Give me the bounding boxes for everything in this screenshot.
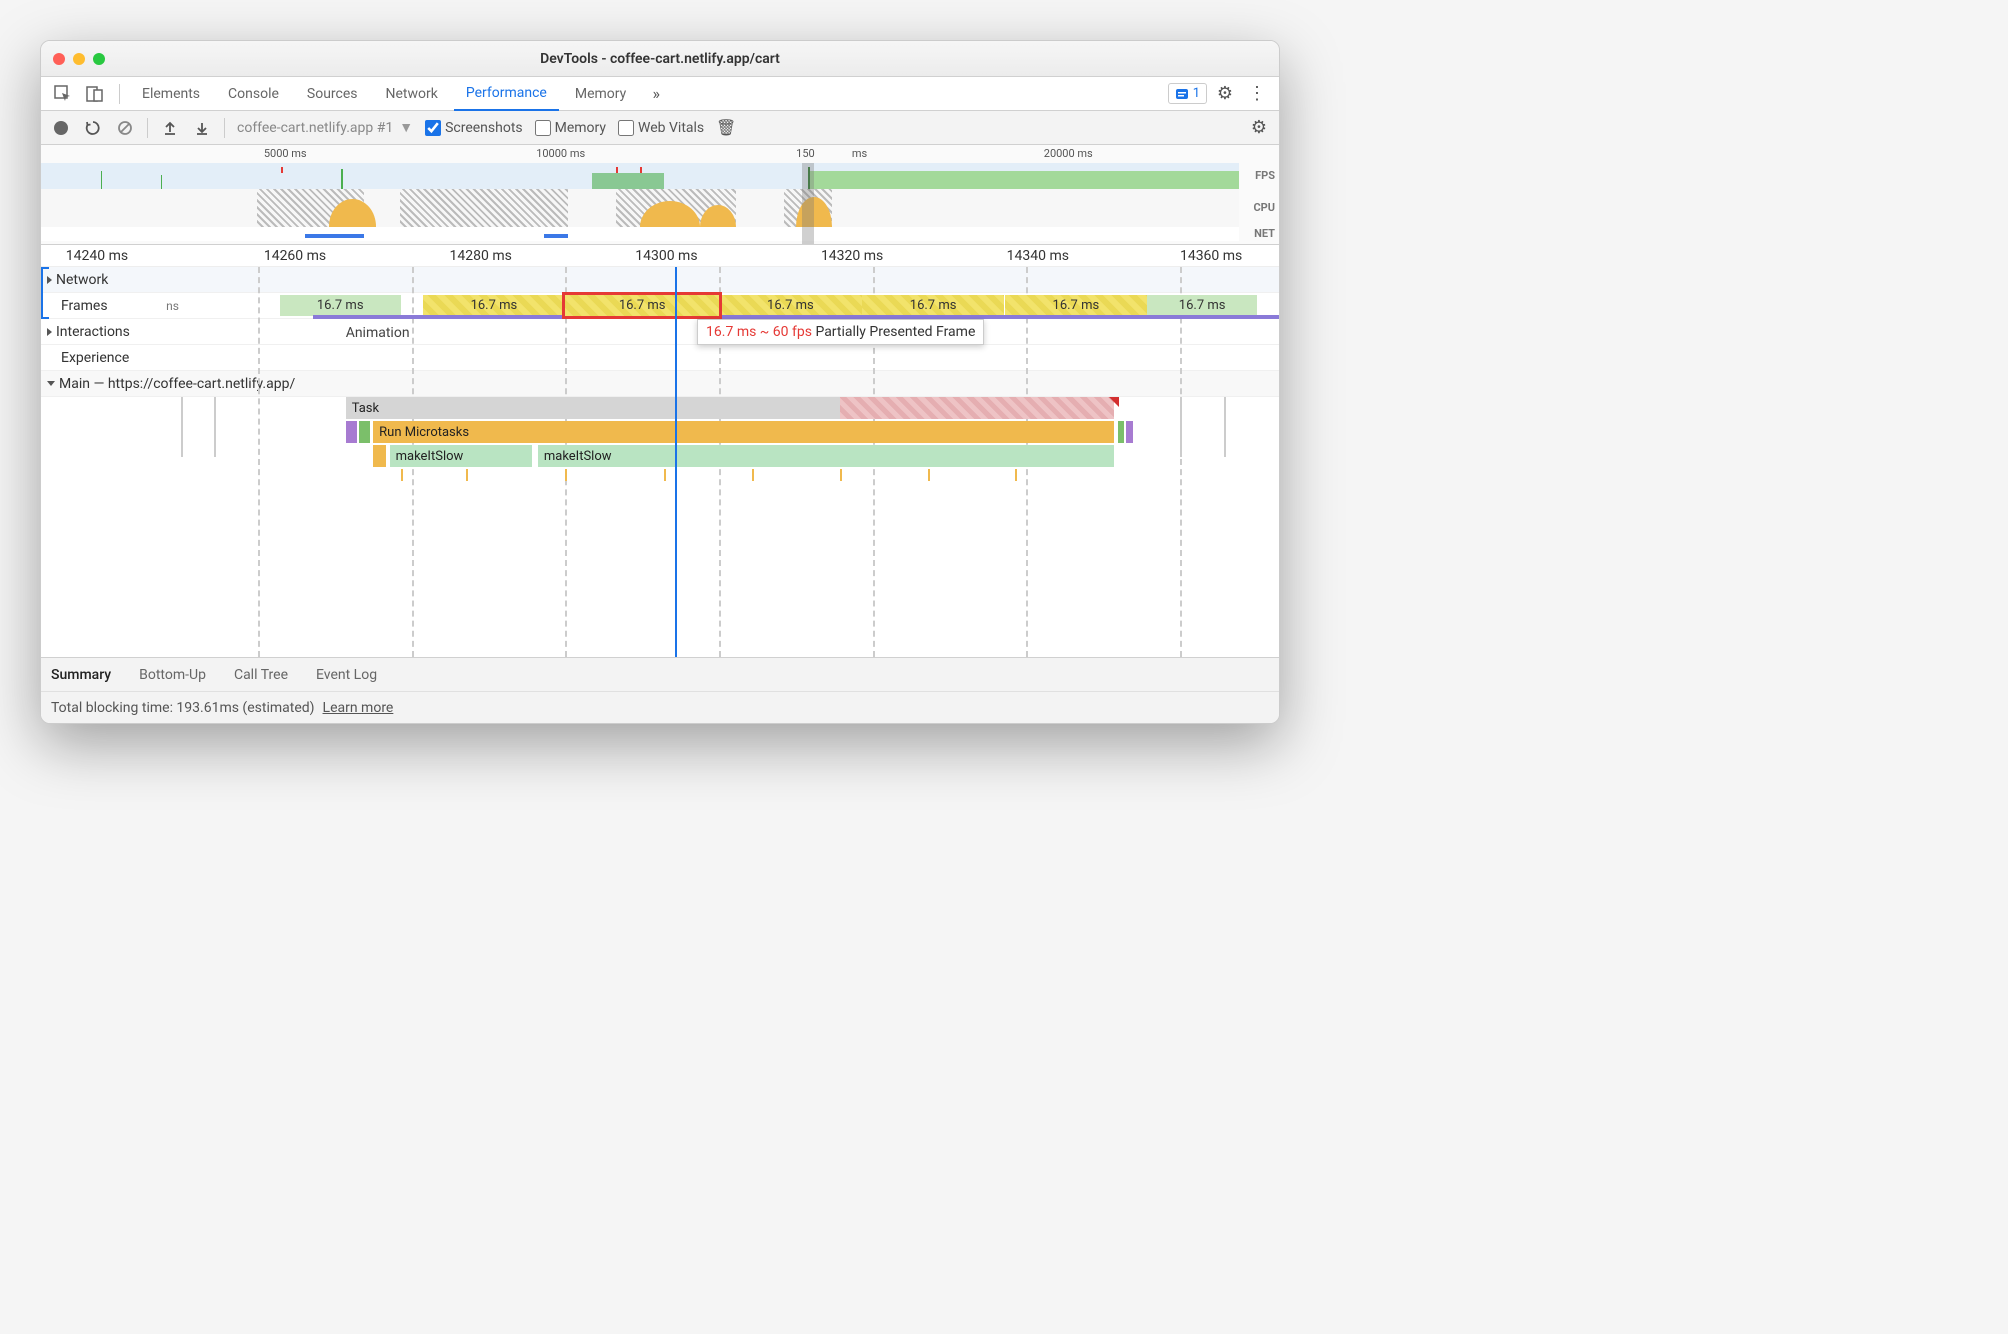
frame-block[interactable]: 16.7 ms [565, 295, 719, 316]
tab-network[interactable]: Network [374, 77, 450, 111]
issues-button[interactable]: 1 [1168, 83, 1207, 104]
overview-pane[interactable]: 5000 ms 10000 ms 150 ms 20000 ms [41, 145, 1279, 245]
track-experience[interactable]: Experience [41, 345, 1279, 371]
more-tabs-icon[interactable]: » [642, 80, 670, 108]
clear-button[interactable] [115, 118, 135, 138]
traffic-lights [53, 53, 105, 65]
record-button[interactable] [51, 118, 71, 138]
minimize-window-button[interactable] [73, 53, 85, 65]
frame-block[interactable]: 16.7 ms [280, 295, 401, 316]
devtools-window: DevTools - coffee-cart.netlify.app/cart … [40, 40, 1280, 724]
flame-microtasks[interactable]: Run Microtasks [373, 421, 1114, 443]
tab-memory[interactable]: Memory [563, 77, 638, 111]
main-ruler[interactable]: 14240 ms 14260 ms 14280 ms 14300 ms 1432… [41, 245, 1279, 267]
frame-block[interactable]: 16.7 ms [1147, 295, 1257, 316]
tbt-text: Total blocking time: 193.61ms (estimated… [51, 700, 315, 716]
frame-block[interactable]: 16.7 ms [862, 295, 1005, 316]
tab-performance[interactable]: Performance [454, 77, 559, 111]
playhead[interactable] [675, 267, 677, 657]
titlebar: DevTools - coffee-cart.netlify.app/cart [41, 41, 1279, 77]
recording-select[interactable]: coffee-cart.netlify.app #1 ▼ [237, 119, 413, 136]
btab-eventlog[interactable]: Event Log [316, 667, 377, 683]
overview-cpu [41, 189, 1239, 227]
frame-block[interactable]: 16.7 ms [719, 295, 862, 316]
statusbar: Total blocking time: 193.61ms (estimated… [41, 691, 1279, 723]
overview-net [41, 227, 1239, 241]
upload-icon[interactable] [160, 118, 180, 138]
tab-sources[interactable]: Sources [295, 77, 370, 111]
tab-console[interactable]: Console [216, 77, 291, 111]
window-title: DevTools - coffee-cart.netlify.app/cart [41, 51, 1279, 67]
overview-labels: FPS CPU NET [1253, 163, 1275, 241]
overview-fps [41, 163, 1239, 189]
tracks-area[interactable]: Network Frames ns 16.7 ms16.7 ms16.7 ms1… [41, 267, 1279, 657]
btab-bottomup[interactable]: Bottom-Up [139, 667, 206, 683]
btab-summary[interactable]: Summary [51, 667, 111, 683]
btab-calltree[interactable]: Call Tree [234, 667, 288, 683]
flame-fn1[interactable]: makeItSlow [390, 445, 533, 467]
animation-label: Animation [346, 325, 410, 341]
screenshots-checkbox[interactable]: Screenshots [425, 120, 523, 136]
issues-count: 1 [1193, 86, 1200, 101]
fullscreen-window-button[interactable] [93, 53, 105, 65]
flame-fn2[interactable]: makeItSlow [538, 445, 1114, 467]
main-tabs-bar: Elements Console Sources Network Perform… [41, 77, 1279, 111]
track-network[interactable]: Network [41, 267, 1279, 293]
webvitals-checkbox[interactable]: Web Vitals [618, 120, 704, 136]
close-window-button[interactable] [53, 53, 65, 65]
learn-more-link[interactable]: Learn more [323, 700, 394, 716]
track-main-header[interactable]: Main — https://coffee-cart.netlify.app/ [41, 371, 1279, 397]
flamegraph[interactable]: Task Run Microtasks makeItSlow makeItSlo… [181, 397, 1279, 527]
perf-toolbar: coffee-cart.netlify.app #1 ▼ Screenshots… [41, 111, 1279, 145]
frame-block[interactable]: 16.7 ms [1005, 295, 1148, 316]
capture-settings-icon[interactable]: ⚙ [1249, 118, 1269, 138]
device-toggle-icon[interactable] [81, 80, 109, 108]
settings-icon[interactable]: ⚙ [1211, 80, 1239, 108]
tab-elements[interactable]: Elements [130, 77, 212, 111]
reload-record-button[interactable] [83, 118, 103, 138]
bottom-tabs: Summary Bottom-Up Call Tree Event Log [41, 657, 1279, 691]
inspect-element-icon[interactable] [49, 80, 77, 108]
download-icon[interactable] [192, 118, 212, 138]
flame-task-long[interactable] [840, 397, 1115, 419]
trash-icon[interactable]: 🗑 [716, 118, 736, 138]
track-interactions[interactable]: Interactions Animation 16.7 ms ~ 60 fps … [41, 319, 1279, 345]
overview-ruler: 5000 ms 10000 ms 150 ms 20000 ms [41, 145, 1279, 163]
frame-tooltip: 16.7 ms ~ 60 fps Partially Presented Fra… [697, 319, 984, 345]
memory-checkbox[interactable]: Memory [535, 120, 606, 136]
flame-task[interactable]: Task [346, 397, 840, 419]
kebab-menu-icon[interactable]: ⋮ [1243, 80, 1271, 108]
frame-block[interactable]: 16.7 ms [423, 295, 566, 316]
